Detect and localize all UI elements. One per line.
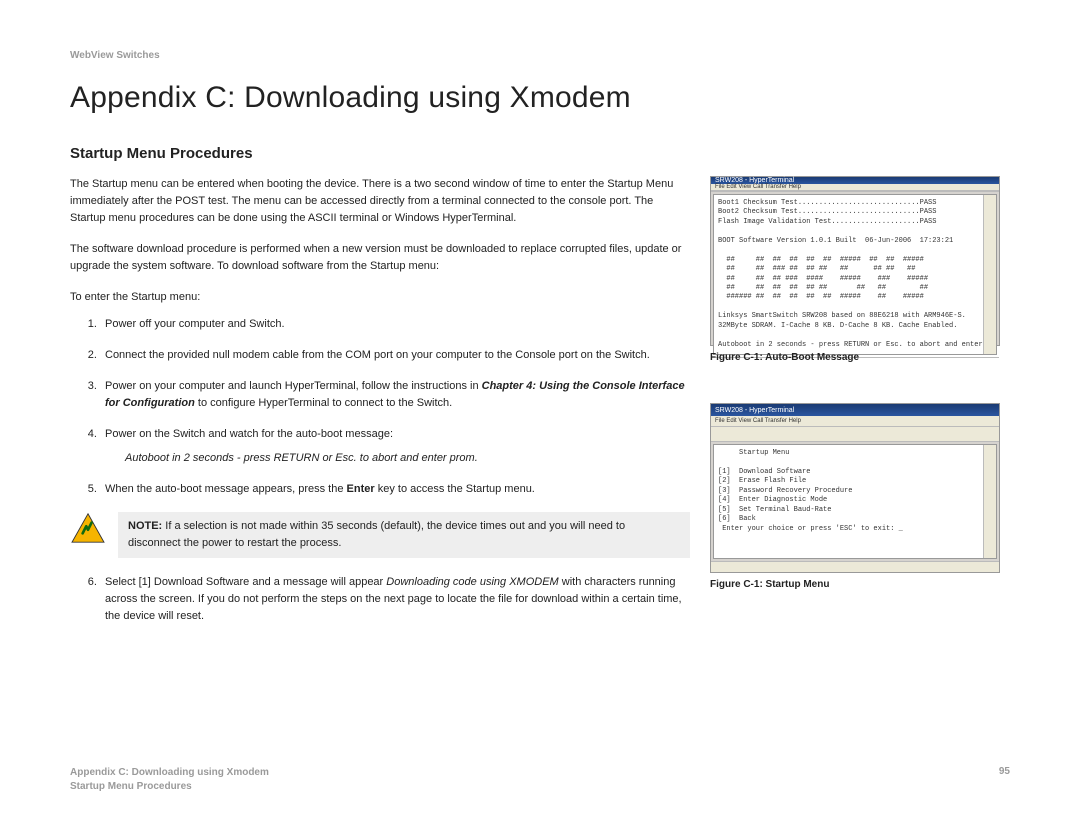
figure-2-scrollbar	[983, 445, 996, 558]
page-footer: Appendix C: Downloading using Xmodem Sta…	[70, 766, 1010, 794]
footer-page-number: 95	[999, 766, 1010, 794]
step-4: Power on the Switch and watch for the au…	[100, 426, 690, 466]
step-5-bold: Enter	[347, 483, 375, 495]
note-box: NOTE: If a selection is not made within …	[118, 512, 690, 558]
autoboot-message: Autoboot in 2 seconds - press RETURN or …	[125, 450, 690, 467]
warning-icon	[70, 512, 106, 544]
note-block: NOTE: If a selection is not made within …	[70, 512, 690, 558]
paragraph-2: The software download procedure is perfo…	[70, 241, 690, 275]
figure-1: SRW208 - HyperTerminal File Edit View Ca…	[710, 176, 1010, 363]
step-6: Select [1] Download Software and a messa…	[100, 574, 690, 625]
figure-2-caption: Figure C-1: Startup Menu	[710, 579, 1010, 590]
step-3-text-a: Power on your computer and launch HyperT…	[105, 380, 482, 392]
note-label: NOTE:	[128, 520, 162, 532]
footer-line-2: Startup Menu Procedures	[70, 780, 269, 794]
step-2: Connect the provided null modem cable fr…	[100, 347, 690, 364]
figure-1-scrollbar	[983, 195, 996, 354]
paragraph-1: The Startup menu can be entered when boo…	[70, 176, 690, 227]
main-text-column: The Startup menu can be entered when boo…	[70, 176, 690, 639]
figures-column: SRW208 - HyperTerminal File Edit View Ca…	[710, 176, 1010, 630]
figure-1-titlebar: SRW208 - HyperTerminal	[711, 177, 999, 184]
step-6-italic: Downloading code using XMODEM	[386, 576, 558, 588]
footer-line-1: Appendix C: Downloading using Xmodem	[70, 766, 269, 780]
steps-list: Power off your computer and Switch. Conn…	[70, 316, 690, 497]
step-4-text: Power on the Switch and watch for the au…	[105, 428, 393, 440]
step-3: Power on your computer and launch HyperT…	[100, 378, 690, 412]
page-title: Appendix C: Downloading using Xmodem	[70, 81, 1010, 115]
footer-left: Appendix C: Downloading using Xmodem Sta…	[70, 766, 269, 794]
figure-1-body-wrap: Boot1 Checksum Test.....................…	[713, 194, 997, 355]
figure-2-toolbar	[711, 427, 999, 442]
figure-2-menubar: File Edit View Call Transfer Help	[711, 416, 999, 427]
intro-line: To enter the Startup menu:	[70, 289, 690, 306]
figure-2-window: SRW208 - HyperTerminal File Edit View Ca…	[710, 403, 1000, 573]
figure-2-terminal-text: Startup Menu [1] Download Software [2] E…	[714, 445, 983, 558]
page: WebView Switches Appendix C: Downloading…	[0, 0, 1080, 834]
figure-2-titlebar: SRW208 - HyperTerminal	[711, 404, 999, 416]
figure-1-toolbar	[711, 191, 999, 192]
figure-1-menubar: File Edit View Call Transfer Help	[711, 184, 999, 191]
step-6-text-a: Select [1] Download Software and a messa…	[105, 576, 386, 588]
step-5-text-a: When the auto-boot message appears, pres…	[105, 483, 347, 495]
figure-2: SRW208 - HyperTerminal File Edit View Ca…	[710, 403, 1010, 590]
step-5: When the auto-boot message appears, pres…	[100, 481, 690, 498]
steps-list-cont: Select [1] Download Software and a messa…	[70, 574, 690, 625]
figure-1-window: SRW208 - HyperTerminal File Edit View Ca…	[710, 176, 1000, 346]
figure-2-body-wrap: Startup Menu [1] Download Software [2] E…	[713, 444, 997, 559]
step-3-text-b: to configure HyperTerminal to connect to…	[195, 397, 452, 409]
figure-2-statusbar	[711, 561, 999, 572]
step-5-text-b: key to access the Startup menu.	[375, 483, 535, 495]
content-columns: The Startup menu can be entered when boo…	[70, 176, 1010, 639]
note-body: If a selection is not made within 35 sec…	[128, 520, 625, 549]
running-header: WebView Switches	[70, 50, 1010, 61]
section-heading: Startup Menu Procedures	[70, 145, 1010, 162]
figure-1-terminal-text: Boot1 Checksum Test.....................…	[714, 195, 983, 354]
step-1: Power off your computer and Switch.	[100, 316, 690, 333]
